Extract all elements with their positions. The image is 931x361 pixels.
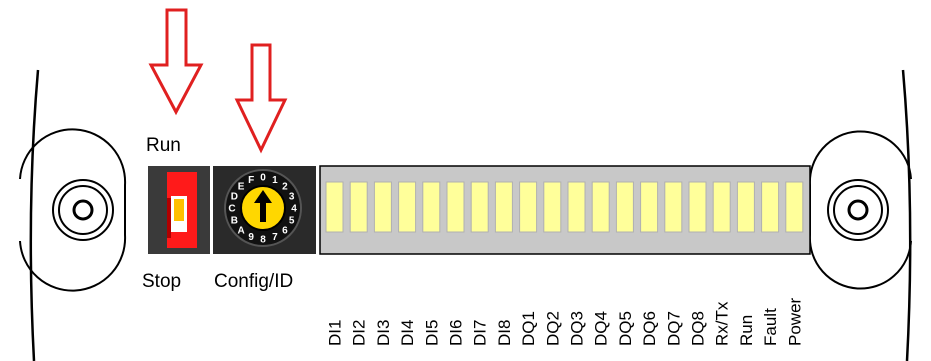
led-indicator (543, 181, 562, 233)
led-indicator (736, 181, 755, 233)
led-indicator (446, 181, 465, 233)
led-indicator (325, 181, 344, 233)
led-indicator (494, 181, 513, 233)
led-indicator (349, 181, 368, 233)
led-label: Power (785, 297, 804, 346)
led-indicator (640, 181, 659, 233)
led-label: DI3 (374, 320, 393, 346)
dial-digit: B (231, 215, 238, 226)
led-label: DI4 (398, 320, 417, 346)
config-rotary-switch[interactable]: 0 123456789ABCDEF (213, 166, 316, 254)
dial-digit: 3 (289, 192, 295, 203)
dial-digit: 1 (272, 175, 278, 186)
right-mounting-screw (808, 130, 912, 290)
housing-left-edge (29, 69, 40, 361)
led-indicator (615, 181, 634, 233)
led-label-group: DI1 DI2 DI3 DI4 DI5 DI6 DI7 DI8 DQ1 DQ2 DQ3 DQ4 DQ5 D… (326, 297, 805, 346)
led-label: DQ1 (519, 311, 538, 346)
dial-digit: 5 (289, 215, 295, 226)
dial-digit: 2 (282, 182, 288, 193)
led-label: DI5 (422, 320, 441, 346)
led-label: DQ6 (640, 311, 659, 346)
dial-digit: 8 (260, 235, 266, 246)
dial-digit: 9 (248, 232, 254, 243)
led-label: Rx/Tx (713, 301, 732, 346)
left-mounting-screw (19, 128, 127, 292)
led-indicator (470, 181, 489, 233)
led-label: DQ8 (689, 311, 708, 346)
led-label: DQ3 (568, 311, 587, 346)
led-label: Fault (761, 308, 780, 346)
run-stop-switch[interactable] (148, 166, 210, 254)
led-indicator (761, 181, 780, 233)
led-label: DI1 (326, 320, 345, 346)
led-label: DQ2 (543, 311, 562, 346)
led-label: DQ7 (664, 311, 683, 346)
led-panel (319, 165, 811, 255)
dial-digit: F (248, 175, 254, 186)
led-indicator (688, 181, 707, 233)
device-drawing: 0 123456789ABCDEF DI1 DI2 DI3 DI4 DI5 DI6 DI7 DI… (19, 8, 912, 361)
dial-digit: 0 (260, 173, 266, 184)
led-indicator (785, 181, 804, 233)
led-label: DI7 (471, 320, 490, 346)
led-indicator (398, 181, 417, 233)
housing-right-edge (901, 69, 912, 361)
led-indicator (664, 181, 683, 233)
dial-digit: 7 (272, 232, 278, 243)
dial-digit: A (237, 225, 244, 236)
led-label: DQ5 (616, 311, 635, 346)
led-indicator (519, 181, 538, 233)
dial-digit: C (228, 204, 235, 215)
stop-label: Stop (142, 271, 182, 292)
led-label: DI6 (447, 320, 466, 346)
led-indicator (591, 181, 610, 233)
led-indicator (422, 181, 441, 233)
config-arrow-icon (234, 43, 288, 154)
dial-digit: D (231, 192, 238, 203)
led-indicator (373, 181, 392, 233)
device-diagram: 0123456789ABCDEF DI1 DI2 DI3 DI4 DI5 DI6 DI7 DI… (0, 0, 931, 361)
led-label: DQ4 (592, 311, 611, 346)
led-label: Run (737, 315, 756, 346)
led-label: DI2 (350, 320, 369, 346)
dial-digit: 6 (282, 225, 288, 236)
dial-digit: E (238, 182, 245, 193)
config-id-label: Config/ID (214, 271, 294, 292)
run-label: Run (146, 135, 181, 156)
dial-digit: 4 (291, 204, 297, 215)
led-indicator (567, 181, 586, 233)
led-indicator (712, 181, 731, 233)
run-stop-arrow-icon (148, 8, 204, 116)
led-label: DI8 (495, 320, 514, 346)
